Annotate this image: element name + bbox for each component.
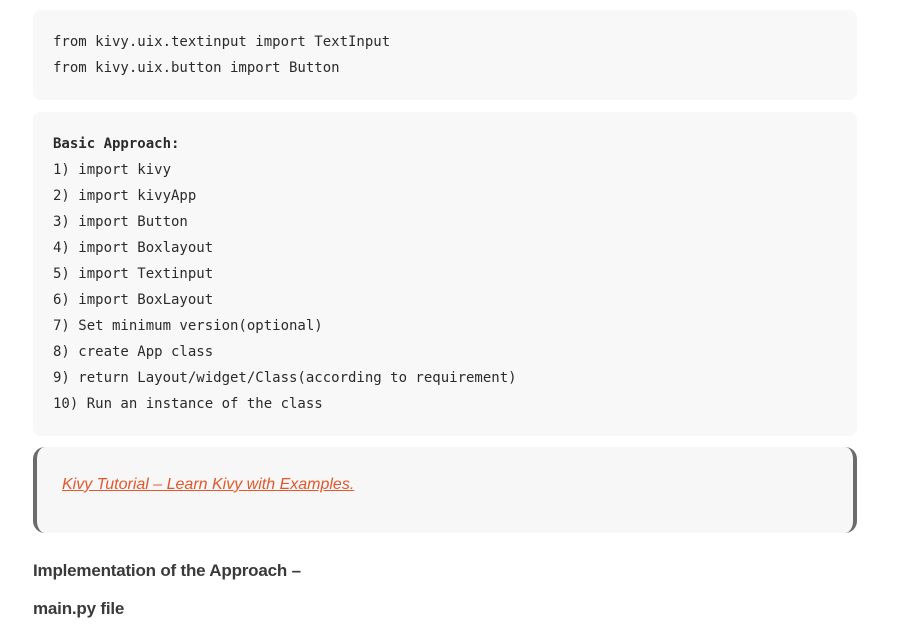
- imports-code-block: from kivy.uix.textinput import TextInput…: [33, 10, 857, 100]
- code-line-button-import: from kivy.uix.button import Button: [53, 60, 340, 76]
- approach-step-8: 8) create App class: [53, 344, 214, 360]
- approach-step-4: 4) import Boxlayout: [53, 240, 214, 256]
- main-py-file-heading: main.py file: [33, 599, 125, 618]
- code-line-textinput-import: from kivy.uix.textinput import TextInput: [53, 34, 391, 50]
- approach-step-9: 9) return Layout/widget/Class(according …: [53, 370, 517, 386]
- approach-step-1: 1) import kivy: [53, 162, 172, 178]
- approach-step-10: 10) Run an instance of the class: [53, 396, 323, 412]
- approach-step-3: 3) import Button: [53, 214, 188, 230]
- approach-step-2: 2) import kivyApp: [53, 188, 197, 204]
- approach-step-5: 5) import Textinput: [53, 266, 214, 282]
- related-article-quote: Kivy Tutorial – Learn Kivy with Examples…: [33, 447, 857, 533]
- implementation-heading: Implementation of the Approach –: [33, 561, 301, 580]
- basic-approach-code-block: Basic Approach: 1) import kivy 2) import…: [33, 112, 857, 436]
- kivy-tutorial-link[interactable]: Kivy Tutorial – Learn Kivy with Examples…: [62, 476, 354, 494]
- approach-title: Basic Approach:: [53, 136, 180, 152]
- approach-step-6: 6) import BoxLayout: [53, 292, 214, 308]
- approach-step-7: 7) Set minimum version(optional): [53, 318, 323, 334]
